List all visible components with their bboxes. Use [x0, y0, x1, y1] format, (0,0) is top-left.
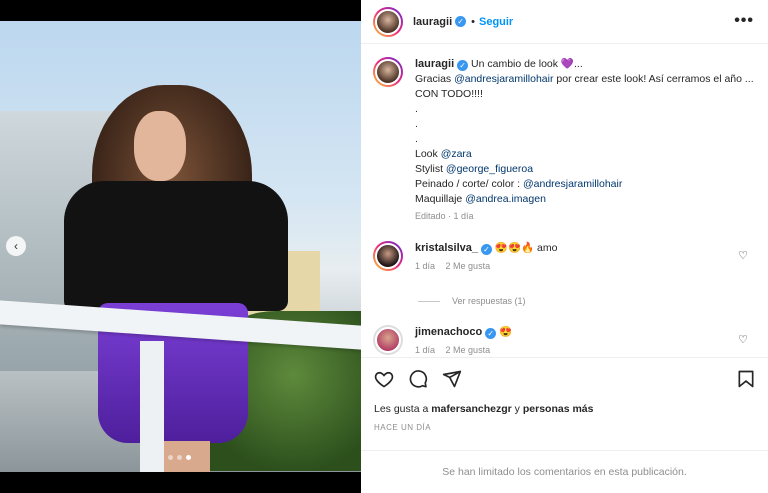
caption-body: lauragii ✓ Un cambio de look 💜... Gracias… [415, 57, 755, 224]
bookmark-icon [738, 370, 754, 388]
comment-body: jimenachoco ✓ 😍 1 día 2 Me gusta [415, 325, 512, 355]
comment-body: kristalsilva_ ✓ 😍😍🔥 amo 1 día 2 Me gusta [415, 241, 558, 273]
like-button[interactable] [373, 368, 395, 390]
follow-button[interactable]: Seguir [479, 16, 513, 28]
action-bar [361, 357, 768, 399]
heart-icon [374, 371, 394, 388]
caption-text: Stylist [415, 163, 446, 175]
comment-likes[interactable]: 2 Me gusta [446, 261, 491, 271]
share-button[interactable] [441, 368, 463, 390]
view-replies-label: Ver respuestas (1) [452, 296, 526, 306]
save-button[interactable] [735, 368, 757, 390]
comment-likes[interactable]: 2 Me gusta [446, 345, 491, 355]
black-blouse [64, 181, 288, 311]
caption-text: Peinado / corte/ color : [415, 178, 523, 190]
verified-icon: ✓ [481, 244, 492, 255]
comment-username[interactable]: jimenachoco [415, 326, 482, 338]
avatar[interactable] [373, 325, 403, 355]
comment-text: 😍😍🔥 amo [494, 242, 558, 254]
view-replies-button[interactable]: Ver respuestas (1) [418, 296, 526, 306]
likes-user[interactable]: mafersanchezgr [431, 403, 512, 415]
comment-item: kristalsilva_ ✓ 😍😍🔥 amo 1 día 2 Me gusta … [373, 241, 758, 273]
caption-text: Maquillaje [415, 193, 466, 205]
post-media: ‹ [0, 0, 361, 493]
share-icon [442, 370, 462, 388]
verified-icon: ✓ [485, 328, 497, 339]
comment-username[interactable]: kristalsilva_ [415, 242, 478, 254]
divider [418, 300, 440, 302]
caption-username[interactable]: lauragii [415, 58, 454, 70]
comment-text: 😍 [499, 326, 513, 338]
avatar[interactable] [373, 241, 403, 271]
likes-text: y [511, 403, 523, 415]
carousel-indicator [168, 455, 191, 460]
post-timestamp[interactable]: HACE UN DÍA [374, 423, 431, 432]
comment-item: jimenachoco ✓ 😍 1 día 2 Me gusta ♡ [373, 325, 758, 355]
comments-limited-notice: Se han limitado los comentarios en esta … [361, 450, 768, 493]
comment-time[interactable]: 1 día [415, 261, 435, 271]
mention-link[interactable]: @andrea.imagen [465, 193, 546, 205]
comment-icon [409, 370, 428, 388]
caption-title: Un cambio de look 💜... [471, 58, 583, 70]
header-username[interactable]: lauragii [413, 16, 452, 28]
carousel-dot [168, 455, 173, 460]
caption: lauragii ✓ Un cambio de look 💜... Gracias… [373, 57, 758, 224]
carousel-dot [177, 455, 182, 460]
carousel-dot-active [186, 455, 191, 460]
likes-text: Les gusta a [374, 403, 432, 415]
mention-link[interactable]: @zara [441, 148, 472, 160]
mention-link[interactable]: @andresjaramillohair [454, 73, 553, 85]
mention-link[interactable]: @andresjaramillohair [523, 178, 622, 190]
more-options-icon[interactable]: ••• [734, 12, 754, 30]
post-sidebar: lauragii ✓ • Seguir ••• lauragii ✓ Un cam… [361, 0, 768, 493]
post-photo[interactable] [0, 21, 361, 472]
avatar[interactable] [373, 57, 403, 87]
comments-scroll[interactable]: lauragii ✓ Un cambio de look 💜... Gracias… [361, 45, 768, 355]
edited-timestamp: Editado · 1 día [415, 211, 474, 221]
mention-link[interactable]: @george_figueroa [446, 163, 533, 175]
caption-dot: . [415, 118, 418, 130]
verified-icon: ✓ [457, 60, 469, 71]
comment-time[interactable]: 1 día [415, 345, 435, 355]
chevron-left-icon: ‹ [14, 239, 18, 253]
separator: • [471, 15, 475, 28]
verified-icon: ✓ [455, 16, 467, 27]
heart-icon[interactable]: ♡ [738, 333, 748, 346]
comment-button[interactable] [407, 368, 429, 390]
caption-dot: . [415, 133, 418, 145]
woman-face [134, 111, 186, 181]
caption-text: Look [415, 148, 441, 160]
caption-text: Gracias [415, 73, 455, 85]
heart-icon[interactable]: ♡ [738, 249, 748, 262]
railing-post [140, 341, 164, 472]
post-header: lauragii ✓ • Seguir ••• [361, 0, 768, 44]
likes-summary: Les gusta a mafersanchezgr y personas má… [374, 403, 593, 415]
likes-others[interactable]: personas más [523, 403, 594, 415]
avatar[interactable] [373, 6, 403, 37]
post-dialog: ‹ lauragii ✓ • Seguir ••• lauragii ✓ Un … [0, 0, 768, 493]
caption-dot: . [415, 103, 418, 115]
carousel-prev-button[interactable]: ‹ [6, 236, 26, 256]
